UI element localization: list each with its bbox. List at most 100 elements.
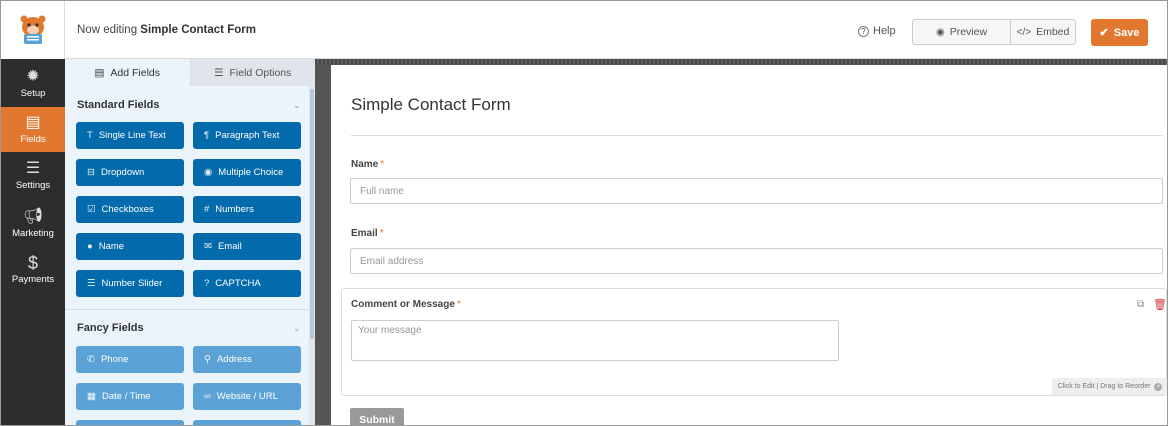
fields-panel: ▤ Add Fields ☰ Field Options Standard Fi… bbox=[65, 59, 315, 425]
close-icon[interactable]: × bbox=[1154, 382, 1163, 391]
required-asterisk: * bbox=[379, 228, 384, 239]
add-dropdown-button[interactable]: ⊟ Dropdown bbox=[76, 159, 184, 186]
section-divider bbox=[65, 309, 309, 310]
chevron-down-icon[interactable]: ⌄ bbox=[293, 323, 301, 334]
radio-icon: ◉ bbox=[204, 167, 213, 178]
tab-label: Field Options bbox=[229, 66, 292, 79]
user-icon: ● bbox=[87, 241, 93, 252]
form-name: Simple Contact Form bbox=[140, 24, 256, 36]
name-input[interactable]: Full name bbox=[350, 178, 1163, 204]
code-icon: </> bbox=[1016, 26, 1032, 38]
paragraph-icon: ¶ bbox=[204, 130, 210, 141]
field-button-label: Address bbox=[216, 354, 252, 365]
dollar-icon: $ bbox=[27, 252, 38, 273]
eye-icon: ◉ bbox=[935, 26, 945, 38]
standard-fields-heading[interactable]: Standard Fields bbox=[77, 99, 160, 111]
submit-button[interactable]: Submit bbox=[350, 408, 404, 425]
add-multiple-choice-button[interactable]: ◉ Multiple Choice bbox=[193, 159, 301, 186]
tab-field-options[interactable]: ☰ Field Options bbox=[190, 59, 315, 86]
field-label: Name bbox=[351, 159, 379, 170]
add-date-time-button[interactable]: ▦ Date / Time bbox=[76, 383, 184, 410]
chevron-down-icon[interactable]: ⌄ bbox=[293, 100, 301, 111]
add-address-button[interactable]: ⚲ Address bbox=[193, 346, 301, 373]
add-single-line-text-button[interactable]: T Single Line Text bbox=[76, 122, 184, 149]
phone-icon: ✆ bbox=[87, 354, 95, 365]
scrollbar-thumb[interactable] bbox=[310, 89, 314, 339]
preview-button[interactable]: ◉ Preview bbox=[912, 19, 1011, 45]
message-textarea[interactable]: Your message bbox=[351, 320, 839, 361]
add-captcha-button[interactable]: ? CAPTCHA bbox=[193, 270, 301, 297]
tab-add-fields[interactable]: ▤ Add Fields bbox=[65, 59, 191, 86]
hash-icon: # bbox=[204, 204, 210, 215]
add-checkboxes-button[interactable]: ☑ Checkboxes bbox=[76, 196, 184, 223]
required-asterisk: * bbox=[456, 299, 461, 310]
comment-field-label: Comment or Message * bbox=[351, 299, 461, 310]
embed-button[interactable]: </> Embed bbox=[1010, 19, 1076, 45]
field-label: Email bbox=[351, 228, 378, 239]
fancy-fields-heading[interactable]: Fancy Fields bbox=[77, 322, 144, 334]
sliders-icon: ☰ bbox=[25, 159, 41, 177]
add-numbers-button[interactable]: # Numbers bbox=[193, 196, 301, 223]
add-fancy-field-button[interactable] bbox=[76, 420, 184, 425]
field-button-label: CAPTCHA bbox=[215, 278, 261, 289]
textarea-placeholder: Your message bbox=[358, 325, 422, 336]
sidebar-item-marketing[interactable]: 📢︎ Marketing bbox=[1, 201, 65, 246]
field-button-label: Number Slider bbox=[101, 278, 163, 289]
link-icon: ∞ bbox=[204, 391, 211, 402]
name-field-label[interactable]: Name * bbox=[351, 159, 384, 170]
field-button-label: Numbers bbox=[215, 204, 254, 215]
checkmark-icon: ✔ bbox=[1099, 27, 1109, 39]
field-button-label: Name bbox=[98, 241, 125, 252]
field-button-label: Date / Time bbox=[101, 391, 151, 402]
sidebar-item-label: Payments bbox=[11, 273, 55, 285]
trash-icon[interactable]: 🗑︎ bbox=[1153, 298, 1167, 311]
email-field-label[interactable]: Email * bbox=[351, 228, 384, 239]
sidebar-item-setup[interactable]: ✹ Setup bbox=[1, 61, 65, 106]
fields-icon: ▤ bbox=[25, 113, 41, 131]
sliders-icon: ☰ bbox=[214, 66, 224, 79]
help-link[interactable]: ? Help bbox=[858, 25, 896, 37]
email-input[interactable]: Email address bbox=[350, 248, 1163, 274]
add-paragraph-text-button[interactable]: ¶ Paragraph Text bbox=[193, 122, 301, 149]
form-builder-window: Now editing Simple Contact Form ? Help ◉… bbox=[0, 0, 1168, 426]
title-divider bbox=[351, 135, 1163, 136]
form-title[interactable]: Simple Contact Form bbox=[351, 95, 511, 115]
sidebar-item-payments[interactable]: $ Payments bbox=[1, 247, 65, 292]
add-email-button[interactable]: ✉ Email bbox=[193, 233, 301, 260]
tab-label: Add Fields bbox=[110, 66, 161, 79]
sidebar-item-label: Fields bbox=[20, 133, 46, 145]
form-preview: Simple Contact Form Name * Full name Emai… bbox=[331, 65, 1167, 425]
help-icon: ? bbox=[858, 25, 869, 37]
field-button-label: Website / URL bbox=[216, 391, 278, 402]
field-label: Comment or Message bbox=[351, 299, 455, 310]
add-name-button[interactable]: ● Name bbox=[76, 233, 184, 260]
comment-field-block[interactable]: Comment or Message * ⧉ 🗑︎ Your message Cl… bbox=[341, 288, 1167, 396]
dropdown-icon: ⊟ bbox=[87, 167, 95, 178]
slider-icon: ☰ bbox=[87, 278, 96, 289]
save-button[interactable]: ✔ Save bbox=[1091, 19, 1148, 46]
question-icon: ? bbox=[204, 278, 210, 289]
field-button-label: Email bbox=[217, 241, 242, 252]
wpforms-logo[interactable] bbox=[1, 1, 65, 59]
sidebar-item-fields[interactable]: ▤ Fields bbox=[1, 107, 65, 152]
field-button-label: Checkboxes bbox=[101, 204, 154, 215]
envelope-icon: ✉ bbox=[204, 241, 212, 252]
hint-text: Click to Edit | Drag to Reorder bbox=[1057, 383, 1151, 390]
field-button-label: Phone bbox=[100, 354, 129, 365]
top-bar: Now editing Simple Contact Form ? Help ◉… bbox=[1, 1, 1167, 59]
duplicate-icon[interactable]: ⧉ bbox=[1137, 299, 1144, 310]
map-pin-icon: ⚲ bbox=[204, 354, 211, 365]
sidebar-item-label: Marketing bbox=[12, 227, 54, 239]
field-button-label: Single Line Text bbox=[98, 130, 166, 141]
required-asterisk: * bbox=[380, 159, 385, 170]
add-website-url-button[interactable]: ∞ Website / URL bbox=[193, 383, 301, 410]
add-fancy-field-button[interactable] bbox=[193, 420, 301, 425]
panel-tabs: ▤ Add Fields ☰ Field Options bbox=[65, 59, 315, 86]
input-placeholder: Full name bbox=[360, 185, 404, 197]
sidebar-item-settings[interactable]: ☰ Settings bbox=[1, 153, 65, 198]
megaphone-icon: 📢︎ bbox=[22, 207, 44, 225]
list-icon: ▤ bbox=[94, 66, 105, 79]
add-number-slider-button[interactable]: ☰ Number Slider bbox=[76, 270, 184, 297]
checkbox-icon: ☑ bbox=[87, 204, 96, 215]
add-phone-button[interactable]: ✆ Phone bbox=[76, 346, 184, 373]
